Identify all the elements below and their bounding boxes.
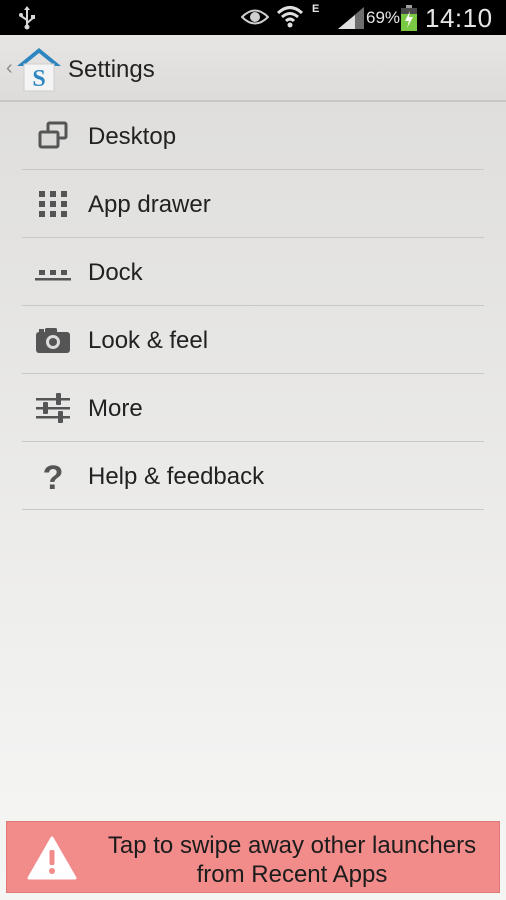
settings-menu: Desktop App drawer Dock Look & feel More… (22, 102, 484, 510)
menu-item-label: Help & feedback (88, 463, 265, 490)
battery-charging-icon (400, 5, 418, 36)
chevron-left-icon[interactable]: ‹ (6, 57, 13, 80)
signal-icon (338, 7, 364, 34)
sliders-icon (34, 391, 72, 425)
menu-item-label: Desktop (88, 123, 177, 150)
menu-item-look-and-feel[interactable]: Look & feel (22, 306, 484, 374)
banner-message: Tap to swipe away other launchers from R… (87, 831, 497, 889)
menu-item-dock[interactable]: Dock (22, 238, 484, 306)
camera-icon (34, 323, 72, 357)
usb-icon (18, 6, 36, 35)
banner-line-2: from Recent Apps (196, 861, 388, 888)
warning-icon (27, 836, 77, 885)
battery-percent: 69% (366, 8, 401, 27)
network-type-label: E (312, 3, 320, 15)
wifi-icon (276, 4, 304, 33)
logo-letter: S (32, 66, 45, 92)
swipe-away-launchers-banner[interactable]: Tap to swipe away other launchers from R… (6, 821, 500, 893)
menu-item-label: More (88, 395, 143, 422)
menu-item-label: App drawer (88, 191, 211, 218)
app-logo-icon[interactable]: S (15, 46, 63, 99)
menu-item-desktop[interactable]: Desktop (22, 102, 484, 170)
eye-icon (240, 7, 270, 32)
page-title: Settings (68, 56, 155, 83)
app-drawer-grid-icon (34, 187, 72, 221)
menu-item-label: Look & feel (88, 327, 209, 354)
menu-item-help-feedback[interactable]: ? Help & feedback (22, 442, 484, 510)
question-mark-icon: ? (34, 459, 72, 493)
clock: 14:10 (425, 3, 493, 33)
menu-item-label: Dock (88, 259, 143, 286)
status-bar: E 69% 14:10 (0, 0, 506, 35)
banner-line-1: Tap to swipe away other launchers (107, 832, 477, 859)
menu-item-more[interactable]: More (22, 374, 484, 442)
desktop-windows-icon (34, 119, 72, 153)
action-bar: ‹ S Settings (0, 35, 506, 102)
svg-text:?: ? (43, 459, 64, 493)
dock-icon (34, 255, 72, 289)
menu-item-app-drawer[interactable]: App drawer (22, 170, 484, 238)
